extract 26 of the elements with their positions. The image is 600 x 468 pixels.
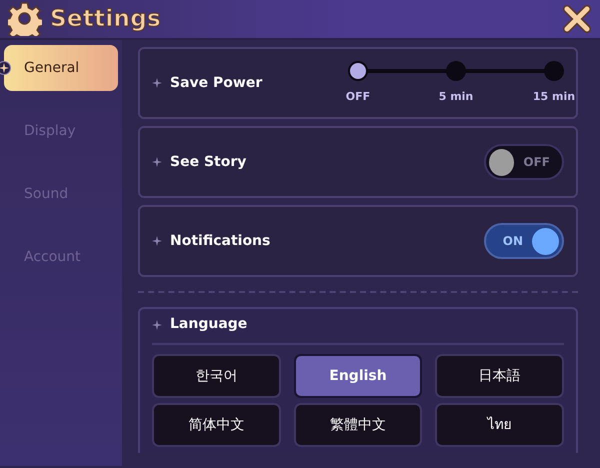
language-button[interactable]: 简体中文 (152, 403, 281, 447)
sparkle-icon (152, 78, 162, 88)
setting-label: Save Power (170, 74, 262, 92)
toggle-switch[interactable]: OFF (484, 144, 564, 180)
window-title: Settings (50, 4, 161, 34)
slider-stop[interactable] (446, 60, 466, 81)
setting-label: Notifications (170, 232, 270, 250)
slider-label: 15 min (532, 88, 576, 105)
language-button[interactable]: 日本語 (435, 354, 564, 398)
sparkle-icon (152, 157, 162, 167)
slider-stop[interactable] (544, 60, 564, 81)
language-button[interactable]: 繁體中文 (294, 403, 422, 447)
slider-label: OFF (344, 88, 372, 105)
language-button[interactable]: 한국어 (152, 354, 281, 398)
language-button[interactable]: ไทย (435, 403, 564, 447)
setting-label: See Story (170, 152, 246, 172)
sparkle-icon (152, 320, 162, 330)
close-button[interactable] (562, 4, 592, 34)
language-button[interactable]: English (294, 354, 422, 398)
toggle-switch[interactable]: ON (484, 223, 564, 259)
slider-label: 5 min (438, 88, 474, 105)
section-title: Language (170, 315, 248, 334)
sparkle-icon (152, 236, 162, 246)
slider-stop[interactable] (348, 60, 368, 81)
gear-icon (8, 2, 42, 36)
sparkle-icon (0, 61, 11, 75)
